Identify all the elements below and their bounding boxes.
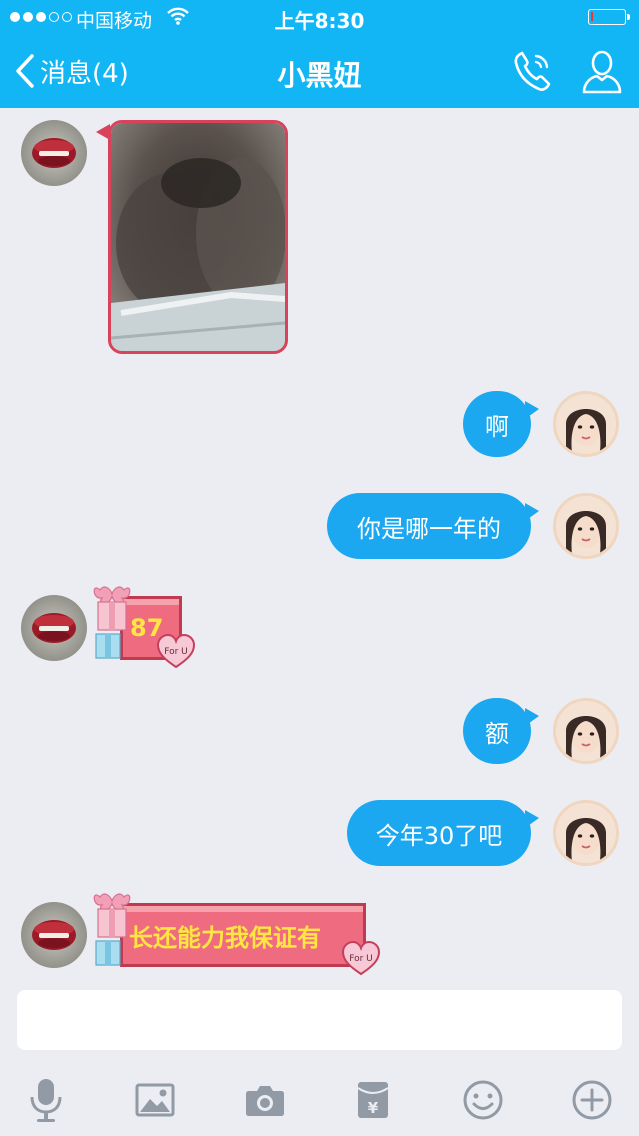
- more-button[interactable]: [564, 1072, 620, 1128]
- emoji-icon: [463, 1080, 503, 1120]
- top-bar: 中国移动 上午8:30 消息(4) 小黑妞: [0, 0, 639, 108]
- photo-image: [111, 123, 285, 351]
- camera-icon: [246, 1086, 284, 1116]
- lips-avatar-image: [32, 138, 76, 168]
- message-text: 额: [485, 719, 509, 748]
- message-text: 今年30了吧: [375, 821, 503, 850]
- emoji-button[interactable]: [455, 1072, 511, 1128]
- profile-icon[interactable]: [580, 48, 624, 96]
- my-message-bubble[interactable]: 你是哪一年的: [327, 493, 539, 559]
- battery-level: [591, 12, 593, 21]
- plus-icon: [572, 1080, 612, 1120]
- heart-tag-text: For U: [349, 954, 373, 964]
- phone-icon[interactable]: [512, 48, 554, 94]
- heart-tag-icon: For U: [341, 940, 381, 976]
- gift-box-icon: [93, 893, 131, 966]
- battery-icon: [588, 9, 630, 25]
- microphone-icon: [30, 1079, 62, 1122]
- gift-text: 长还能力我保证有: [129, 923, 321, 952]
- gift-message[interactable]: 长还能力我保证有: [120, 903, 366, 967]
- my-message-bubble[interactable]: 今年30了吧: [347, 800, 539, 866]
- nav-bar: 消息(4) 小黑妞: [0, 36, 639, 108]
- heart-tag-icon: For U: [156, 633, 196, 669]
- voice-button[interactable]: [18, 1072, 74, 1128]
- girl-avatar-image: [566, 716, 606, 759]
- contact-avatar[interactable]: [21, 902, 87, 968]
- svg-text:¥: ¥: [368, 1099, 379, 1117]
- gift-box-icon: [93, 586, 131, 659]
- red-packet-icon: ¥: [357, 1082, 389, 1118]
- my-avatar[interactable]: [553, 698, 619, 764]
- girl-avatar-image: [566, 511, 606, 554]
- contact-avatar[interactable]: [21, 595, 87, 661]
- message-input[interactable]: [17, 990, 622, 1050]
- input-toolbar: ¥: [0, 1062, 639, 1136]
- image-icon: [135, 1083, 175, 1117]
- image-button[interactable]: [127, 1072, 183, 1128]
- message-text: 啊: [485, 412, 509, 441]
- lips-avatar-image: [32, 613, 76, 643]
- message-text: 你是哪一年的: [357, 514, 501, 543]
- status-bar: 中国移动 上午8:30: [0, 0, 639, 36]
- girl-avatar-image: [566, 818, 606, 861]
- my-avatar[interactable]: [553, 391, 619, 457]
- status-time: 上午8:30: [274, 9, 365, 33]
- contact-avatar[interactable]: [21, 120, 87, 186]
- my-avatar[interactable]: [553, 493, 619, 559]
- heart-tag-text: For U: [164, 647, 188, 657]
- red-packet-button[interactable]: ¥: [345, 1072, 401, 1128]
- my-avatar[interactable]: [553, 800, 619, 866]
- lips-avatar-image: [32, 920, 76, 950]
- camera-button[interactable]: [237, 1072, 293, 1128]
- girl-avatar-image: [566, 409, 606, 452]
- my-message-bubble[interactable]: 额: [463, 698, 539, 764]
- my-message-bubble[interactable]: 啊: [463, 391, 539, 457]
- photo-message[interactable]: [108, 120, 288, 354]
